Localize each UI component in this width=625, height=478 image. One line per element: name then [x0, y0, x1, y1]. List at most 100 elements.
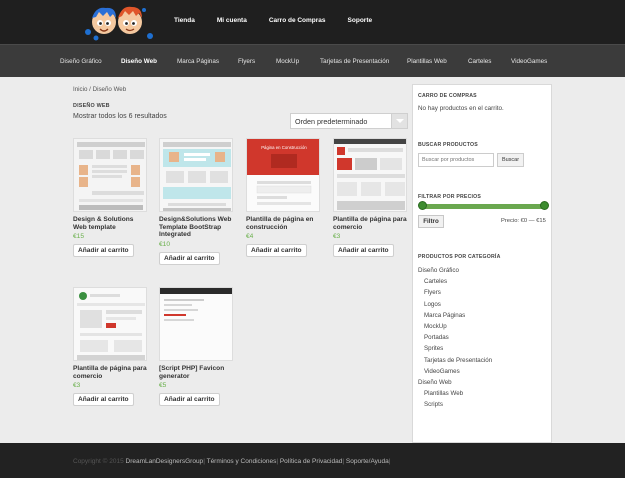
footer-link-terms[interactable]: Términos y Condiciones [207, 458, 277, 465]
category-mockup[interactable]: MockUp [276, 58, 299, 65]
product-title[interactable]: Design & Solutions Web template [73, 216, 149, 231]
footer-separator: | [276, 458, 279, 465]
product-price: €5 [159, 382, 167, 389]
favicon-script-preview-image [160, 288, 232, 360]
category-link[interactable]: Marca Páginas [418, 310, 546, 321]
footer-link-group[interactable]: DreamLanDesignersGroup [126, 458, 204, 465]
construction-page-preview-image: Página en Construcción [247, 139, 319, 211]
cart-widget-title: CARRO DE COMPRAS [418, 93, 477, 99]
product-price: €15 [73, 233, 85, 240]
top-nav: Tienda Mi cuenta Carro de Compras Soport… [174, 17, 394, 24]
category-bar: Diseño Gráfico Diseño Web Marca Páginas … [0, 44, 625, 77]
category-diseno-web[interactable]: Diseño Web [121, 58, 157, 65]
chevron-down-icon [391, 114, 407, 128]
category-tarjetas-de-presentacion[interactable]: Tarjetas de Presentación [320, 58, 389, 65]
product-thumbnail[interactable] [73, 138, 147, 212]
cart-empty-message: No hay productos en el carrito. [418, 105, 504, 112]
category-link[interactable]: Logos [418, 299, 546, 310]
search-button[interactable]: Buscar [497, 153, 524, 167]
copyright-text: Copyright © 2015 [73, 458, 124, 465]
nav-tienda[interactable]: Tienda [174, 17, 195, 24]
category-link[interactable]: VideoGames [418, 366, 546, 377]
product-title[interactable]: [Script PHP] Favicon generator [159, 365, 235, 380]
product-card: Design & Solutions Web template €15 Añad… [73, 138, 149, 257]
product-price: €4 [246, 233, 254, 240]
category-link[interactable]: Tarjetas de Presentación [418, 355, 546, 366]
price-slider-min-handle[interactable] [418, 201, 427, 210]
product-card: Plantilla de página para comercio €3 Aña… [333, 138, 409, 257]
bootstrap-template-preview-image [160, 139, 232, 211]
product-search-input[interactable] [418, 153, 494, 167]
search-widget-title: BUSCAR PRODUCTOS [418, 142, 478, 148]
product-title[interactable]: Plantilla de página para comercio [73, 365, 149, 380]
breadcrumb[interactable]: Inicio / Diseño Web [73, 86, 126, 93]
top-header: Tienda Mi cuenta Carro de Compras Soport… [0, 0, 625, 44]
add-to-cart-button[interactable]: Añadir al carrito [73, 393, 134, 406]
category-diseno-grafico[interactable]: Diseño Gráfico [60, 58, 102, 65]
category-marca-paginas[interactable]: Marca Páginas [177, 58, 219, 65]
ordering-select[interactable]: Orden predeterminado [290, 113, 408, 129]
category-link[interactable]: Plantillas Web [418, 388, 546, 399]
add-to-cart-button[interactable]: Añadir al carrito [333, 244, 394, 257]
page-title: DISEÑO WEB [73, 103, 110, 109]
result-count: Mostrar todos los 6 resultados [73, 113, 167, 120]
category-carteles[interactable]: Carteles [468, 58, 491, 65]
category-link[interactable]: Sprites [418, 343, 546, 354]
product-title[interactable]: Plantilla de página en construcción [246, 216, 322, 231]
add-to-cart-button[interactable]: Añadir al carrito [159, 251, 220, 265]
footer-separator: | [203, 458, 205, 465]
site-logo[interactable] [80, 2, 156, 42]
footer-link-support[interactable]: Soporte/Ayuda [346, 458, 389, 465]
filter-button[interactable]: Filtro [418, 215, 444, 228]
categories-widget-title: PRODUCTOS POR CATEGORÍA [418, 254, 501, 260]
footer-separator: | [342, 458, 345, 465]
product-thumbnail[interactable] [73, 287, 147, 361]
price-slider-range [421, 204, 547, 209]
category-flyers[interactable]: Flyers [238, 58, 255, 65]
price-range-label: Precio: €0 — €15 [501, 218, 546, 224]
category-link[interactable]: Diseño Gráfico [418, 265, 546, 276]
product-price: €10 [159, 240, 171, 248]
commerce-page-preview-image [334, 139, 406, 211]
product-price: €3 [73, 382, 81, 389]
product-card: Design&Solutions Web Template BootStrap … [159, 138, 235, 265]
footer: Copyright © 2015 DreamLanDesignersGroup|… [0, 443, 625, 478]
category-plantillas-web[interactable]: Plantillas Web [407, 58, 447, 65]
price-slider-max-handle[interactable] [540, 201, 549, 210]
main-content: Inicio / Diseño Web DISEÑO WEB Mostrar t… [62, 77, 408, 443]
category-link[interactable]: Flyers [418, 287, 546, 298]
ordering-value: Orden predeterminado [295, 117, 368, 126]
category-link[interactable]: Diseño Web [418, 377, 546, 388]
footer-link-privacy[interactable]: Política de Privacidad [280, 458, 343, 465]
add-to-cart-button[interactable]: Añadir al carrito [73, 244, 134, 257]
category-link[interactable]: Scripts [418, 399, 546, 410]
product-thumbnail[interactable] [159, 138, 233, 212]
category-link[interactable]: MockUp [418, 321, 546, 332]
nav-carro-de-compras[interactable]: Carro de Compras [269, 17, 326, 24]
footer-separator: | [388, 458, 391, 465]
category-link[interactable]: Carteles [418, 276, 546, 287]
product-card: Página en Construcción Plantilla de pági… [246, 138, 322, 257]
web-template-preview-image [74, 139, 146, 211]
nav-mi-cuenta[interactable]: Mi cuenta [217, 17, 247, 24]
price-filter-title: FILTRAR POR PRECIOS [418, 194, 482, 200]
product-thumbnail[interactable] [159, 287, 233, 361]
sidebar: CARRO DE COMPRAS No hay productos en el … [412, 84, 552, 443]
thumb-caption: Página en Construcción [261, 145, 307, 150]
product-thumbnail[interactable]: Página en Construcción [246, 138, 320, 212]
commerce-page-preview-image [74, 288, 146, 360]
add-to-cart-button[interactable]: Añadir al carrito [246, 244, 307, 257]
product-card: [Script PHP] Favicon generator €5 Añadir… [159, 287, 235, 406]
category-link[interactable]: Portadas [418, 332, 546, 343]
category-videogames[interactable]: VideoGames [511, 58, 547, 65]
category-list: Diseño Gráfico Carteles Flyers Logos Mar… [418, 265, 546, 410]
footer-line: Copyright © 2015 DreamLanDesignersGroup|… [73, 458, 390, 465]
nav-soporte[interactable]: Soporte [348, 17, 373, 24]
add-to-cart-button[interactable]: Añadir al carrito [159, 393, 220, 406]
product-price: €3 [333, 233, 341, 240]
category-nav: Diseño Gráfico Diseño Web Marca Páginas … [0, 58, 625, 68]
product-thumbnail[interactable] [333, 138, 407, 212]
product-card: Plantilla de página para comercio €3 Aña… [73, 287, 149, 406]
product-title[interactable]: Design&Solutions Web Template BootStrap … [159, 216, 235, 239]
product-title[interactable]: Plantilla de página para comercio [333, 216, 409, 231]
